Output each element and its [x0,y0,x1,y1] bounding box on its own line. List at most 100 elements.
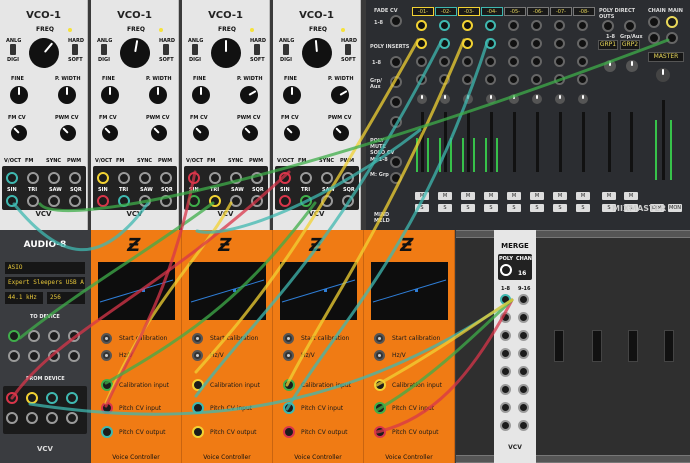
fine-knob[interactable] [10,86,28,104]
calibration-input-jack[interactable] [101,379,113,391]
from-device-jack-4[interactable] [66,392,78,404]
from-device-jack-7[interactable] [46,412,58,424]
channel-5-jack-3[interactable] [508,56,519,67]
pitch-cv-output-jack[interactable] [374,426,386,438]
channel-label-7[interactable]: -07- [550,7,572,16]
pwidth-knob[interactable] [327,82,353,108]
vco-out-jack-1[interactable] [188,195,200,207]
mute-grp-cv-jack[interactable] [390,172,402,184]
channel-1-jack-4[interactable] [416,74,427,85]
channel-7-fader[interactable] [559,112,562,172]
group-1-mute-button[interactable]: M [602,192,616,200]
main-out-jack-left[interactable] [666,16,678,28]
start-calibration-button[interactable] [283,333,294,344]
master-knob[interactable] [656,68,670,82]
from-device-jack-3[interactable] [46,392,58,404]
to-device-jack-2[interactable] [28,330,40,342]
channel-6-jack-4[interactable] [531,74,542,85]
vco-in-jack-2[interactable] [300,172,312,184]
merge-in-jack-2[interactable] [500,312,511,323]
vco-out-jack-1[interactable] [279,195,291,207]
audio-block-select[interactable]: 256 [47,292,85,304]
pitch-cv-input-jack[interactable] [192,402,204,414]
vco-out-jack-4[interactable] [160,195,172,207]
vco-out-jack-2[interactable] [27,195,39,207]
channel-1-jack-1[interactable] [416,20,427,31]
to-device-jack-3[interactable] [48,330,60,342]
vco-out-jack-3[interactable] [230,195,242,207]
channel-7-pan-knob[interactable] [555,94,565,104]
channel-2-jack-1[interactable] [439,20,450,31]
channel-8-fader[interactable] [582,112,585,172]
merge-in-jack-9[interactable] [518,294,529,305]
group-2-mute-button[interactable]: M [624,192,638,200]
vco-in-jack-2[interactable] [118,172,130,184]
vco-in-jack-2[interactable] [209,172,221,184]
channel-5-mute-button[interactable]: M [507,192,521,200]
hzv-button[interactable] [192,350,203,361]
pwidth-knob[interactable] [58,86,76,104]
pitch-cv-input-jack[interactable] [101,402,113,414]
channel-4-jack-1[interactable] [485,20,496,31]
insert-send-jack[interactable] [390,56,402,68]
fine-knob[interactable] [283,86,301,104]
pwidth-knob[interactable] [236,82,262,108]
start-calibration-button[interactable] [101,333,112,344]
merge-in-jack-16[interactable] [518,420,529,431]
fm-cv-knob[interactable] [98,121,122,145]
channel-3-mute-button[interactable]: M [461,192,475,200]
channel-1-jack-3[interactable] [416,56,427,67]
channel-4-mute-button[interactable]: M [484,192,498,200]
channel-3-jack-4[interactable] [462,74,473,85]
channel-4-fader[interactable] [490,112,493,172]
channel-7-solo-button[interactable]: S [553,204,567,212]
channel-4-jack-3[interactable] [485,56,496,67]
pitch-cv-input-jack[interactable] [283,402,295,414]
channel-7-jack-4[interactable] [554,74,565,85]
merge-in-jack-6[interactable] [500,384,511,395]
vco-out-jack-3[interactable] [139,195,151,207]
vco-in-jack-4[interactable] [342,172,354,184]
channel-8-pan-knob[interactable] [578,94,588,104]
pitch-cv-input-jack[interactable] [374,402,386,414]
merge-in-jack-3[interactable] [500,330,511,341]
pwidth-knob[interactable] [149,86,167,104]
channel-label-3[interactable]: -03- [458,7,480,16]
channel-3-jack-1[interactable] [462,20,473,31]
pitch-cv-output-jack[interactable] [192,426,204,438]
vco-out-jack-2[interactable] [300,195,312,207]
analog-digital-switch[interactable] [101,44,107,55]
channel-1-fader[interactable] [421,112,424,172]
calibration-input-jack[interactable] [374,379,386,391]
vco-in-jack-1[interactable] [97,172,109,184]
channel-6-jack-2[interactable] [531,38,542,49]
mute-cv-jack[interactable] [390,156,402,168]
channel-2-solo-button[interactable]: S [438,204,452,212]
channel-1-pan-knob[interactable] [417,94,427,104]
fine-knob[interactable] [101,86,119,104]
vco-in-jack-3[interactable] [321,172,333,184]
vco-in-jack-4[interactable] [160,172,172,184]
audio-rate-select[interactable]: 44.1 kHz [5,292,43,304]
channel-8-jack-4[interactable] [577,74,588,85]
channel-5-jack-2[interactable] [508,38,519,49]
channel-5-pan-knob[interactable] [509,94,519,104]
merge-in-jack-1[interactable] [500,294,511,305]
freq-knob[interactable] [300,36,334,70]
channel-6-jack-3[interactable] [531,56,542,67]
channel-7-mute-button[interactable]: M [553,192,567,200]
merge-poly-out-jack[interactable] [500,264,512,276]
to-device-jack-4[interactable] [68,330,80,342]
channel-1-solo-button[interactable]: S [415,204,429,212]
vco-out-jack-2[interactable] [118,195,130,207]
vco-out-jack-4[interactable] [69,195,81,207]
fade-cv-jack[interactable] [390,15,402,27]
group-2-pan-knob[interactable] [626,60,638,72]
channel-2-jack-2[interactable] [439,38,450,49]
vco-in-jack-4[interactable] [69,172,81,184]
analog-digital-switch[interactable] [192,44,198,55]
channel-3-pan-knob[interactable] [463,94,473,104]
vco-out-jack-3[interactable] [48,195,60,207]
channel-1-mute-button[interactable]: M [415,192,429,200]
to-device-jack-5[interactable] [8,350,20,362]
